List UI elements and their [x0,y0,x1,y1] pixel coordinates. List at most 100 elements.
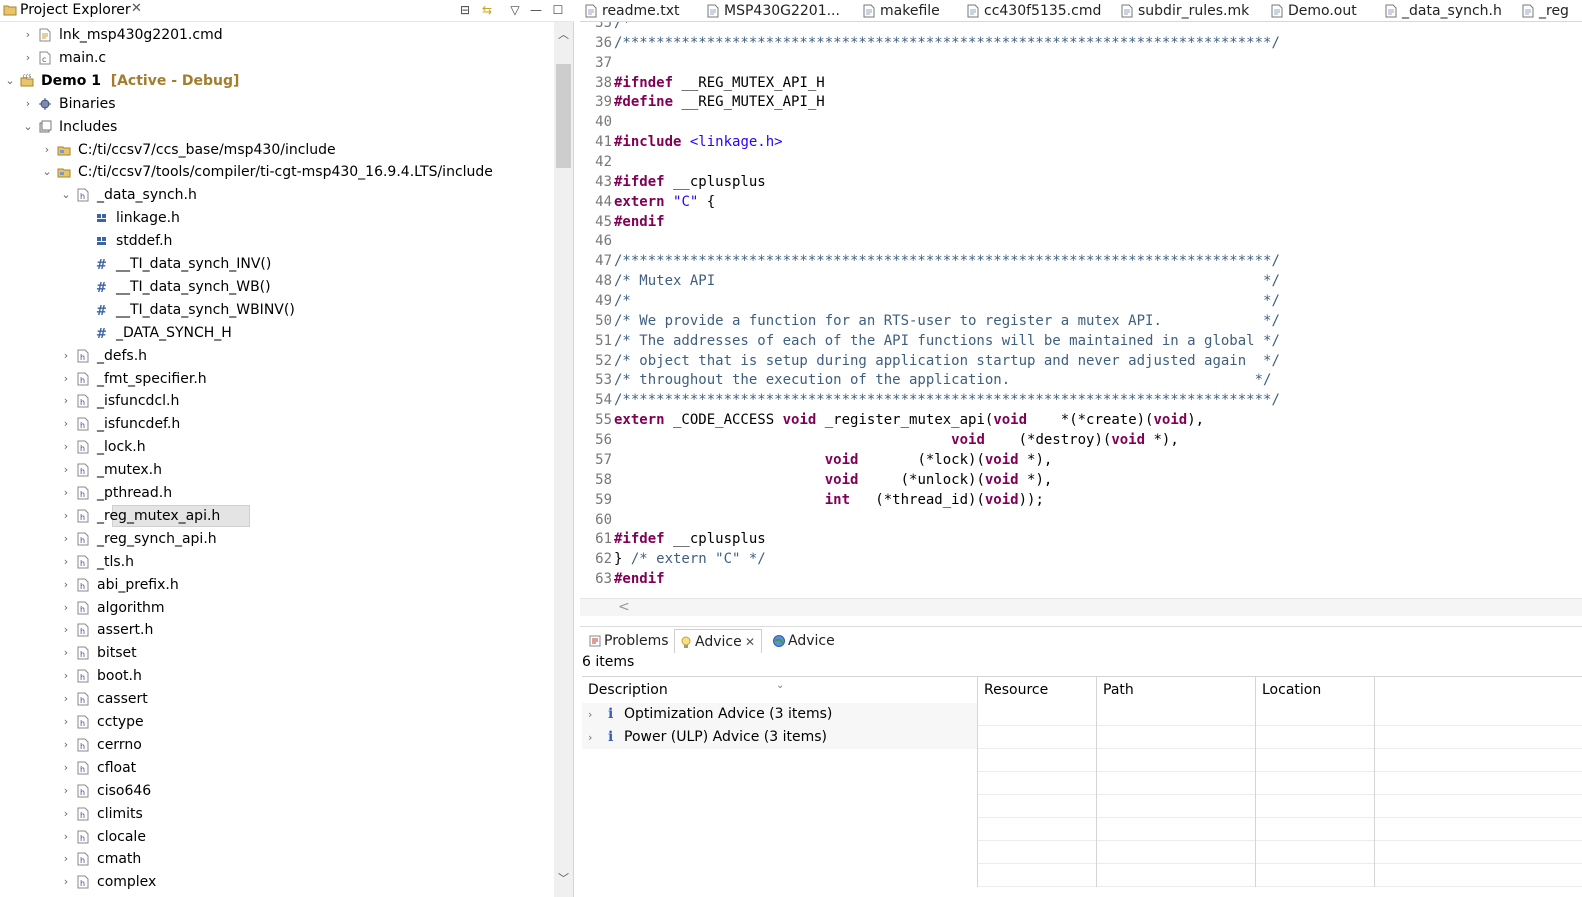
chevron-down-icon[interactable]: ⌄ [60,184,72,206]
chevron-right-icon[interactable]: › [60,528,72,550]
code-line[interactable]: /* throughout the execution of the appli… [614,372,1271,388]
tree-item[interactable]: › C:/ti/ccsv7/ccs_base/msp430/include [0,139,552,161]
tree-item[interactable]: › h _fmt_specifier.h [0,368,552,390]
code-line[interactable]: /* The addresses of each of the API func… [614,333,1280,349]
chevron-right-icon[interactable]: › [60,368,72,390]
chevron-right-icon[interactable]: › [60,688,72,710]
chevron-right-icon[interactable]: › [60,848,72,870]
code-line[interactable]: /* */ [614,293,1280,309]
chevron-right-icon[interactable]: › [60,413,72,435]
code-line[interactable]: void (*lock)(void *), [614,452,1053,468]
chevron-right-icon[interactable]: › [588,726,592,749]
chevron-right-icon[interactable]: › [60,826,72,848]
code-line[interactable]: #endif [614,214,665,230]
table-row[interactable]: › i Power (ULP) Advice (3 items) [582,726,1582,749]
tree-item[interactable]: › c main.c [0,47,552,69]
tree-item[interactable]: › h _isfuncdef.h [0,413,552,435]
tree-item[interactable]: › h _defs.h [0,345,552,367]
code-line[interactable]: void (*unlock)(void *), [614,472,1053,488]
chevron-right-icon[interactable]: › [22,93,34,115]
chevron-right-icon[interactable]: › [60,711,72,733]
chevron-right-icon[interactable]: › [60,780,72,802]
chevron-right-icon[interactable]: › [60,551,72,573]
code-line[interactable]: #endif [614,571,665,587]
chevron-right-icon[interactable]: › [60,619,72,641]
tree-item[interactable]: stddef.h [0,230,552,252]
tree-item[interactable]: ⌄ CCS Demo 1 [Active - Debug] [0,70,552,92]
chevron-right-icon[interactable]: › [60,482,72,504]
tree-item[interactable]: # __TI_data_synch_WB() [0,276,552,298]
chevron-right-icon[interactable]: › [60,459,72,481]
code-line[interactable]: int (*thread_id)(void)); [614,492,1044,508]
chevron-right-icon[interactable]: › [60,436,72,458]
code-line[interactable]: /* object that is setup during applicati… [614,353,1280,369]
tree-item[interactable]: # __TI_data_synch_WBINV() [0,299,552,321]
scroll-left-arrow-icon[interactable]: < [618,599,630,615]
chevron-right-icon[interactable]: › [60,665,72,687]
tree-item[interactable]: › h cctype [0,711,552,733]
code-line[interactable]: /* Mutex API */ [614,273,1280,289]
tree-item[interactable]: › h clocale [0,826,552,848]
chevron-right-icon[interactable]: › [60,345,72,367]
scroll-down-arrow-icon[interactable]: ﹀ [554,870,573,886]
chevron-right-icon[interactable]: › [60,757,72,779]
chevron-right-icon[interactable]: › [60,734,72,756]
chevron-right-icon[interactable]: › [41,139,53,161]
close-icon[interactable]: ✕ [745,630,755,654]
code-line[interactable]: /* [614,22,631,31]
chevron-right-icon[interactable]: › [22,24,34,46]
view-menu-icon[interactable]: ▽ [506,1,524,19]
tree-item[interactable]: › h abi_prefix.h [0,574,552,596]
column-header-location[interactable]: Location [1256,677,1375,703]
maximize-icon[interactable]: ☐ [549,1,567,19]
tree-item[interactable]: linkage.h [0,207,552,229]
scrollbar-thumb[interactable] [556,64,571,168]
chevron-right-icon[interactable]: › [60,574,72,596]
tree-item[interactable]: › h ciso646 [0,780,552,802]
horizontal-scrollbar[interactable]: < [580,598,1582,616]
chevron-right-icon[interactable]: › [588,703,592,726]
chevron-right-icon[interactable]: › [60,642,72,664]
tree-item[interactable]: › h _pthread.h [0,482,552,504]
tree-item[interactable]: ⌄ h _data_synch.h [0,184,552,206]
tree-item[interactable]: › h _lock.h [0,436,552,458]
tree-item[interactable]: › h _reg_synch_api.h [0,528,552,550]
tree-item[interactable]: › h climits [0,803,552,825]
tree-item[interactable]: › h algorithm [0,597,552,619]
vertical-scrollbar[interactable]: ︿ ﹀ [554,22,573,897]
tree-item[interactable]: › h cerrno [0,734,552,756]
code-line[interactable]: extern _CODE_ACCESS void _register_mutex… [614,412,1204,428]
column-header-resource[interactable]: Resource [978,677,1097,703]
tree-item[interactable]: › h _reg_mutex_api.h [0,504,552,527]
table-row[interactable]: › i Optimization Advice (3 items) [582,703,1582,726]
chevron-right-icon[interactable]: › [60,597,72,619]
tree-item[interactable]: › h _tls.h [0,551,552,573]
link-with-editor-icon[interactable]: ⇆ [478,1,496,19]
code-line[interactable]: /***************************************… [614,35,1280,51]
tree-item[interactable]: › h cfloat [0,757,552,779]
collapse-all-icon[interactable]: ⊟ [456,1,474,19]
tree-item[interactable]: # __TI_data_synch_INV() [0,253,552,275]
close-icon[interactable]: ✕ [131,1,142,16]
tree-item[interactable]: › lnk_msp430g2201.cmd [0,24,552,46]
code-line[interactable]: #define __REG_MUTEX_API_H [614,94,825,110]
chevron-down-icon[interactable]: ⌄ [22,116,34,138]
tree-item[interactable]: › h cmath [0,848,552,870]
tree-item[interactable]: › h boot.h [0,665,552,687]
column-header-path[interactable]: Path [1097,677,1256,703]
chevron-right-icon[interactable]: › [60,803,72,825]
tree-item[interactable]: › h assert.h [0,619,552,641]
code-line[interactable]: #ifdef __cplusplus [614,174,766,190]
code-line[interactable]: /***************************************… [614,253,1280,269]
tree-item[interactable]: › h cassert [0,688,552,710]
code-line[interactable]: #ifdef __cplusplus [614,531,766,547]
chevron-right-icon[interactable]: › [60,505,72,527]
code-line[interactable]: } /* extern "C" */ [614,551,766,567]
column-header-description[interactable]: Description ⌄ [582,677,978,703]
chevron-right-icon[interactable]: › [60,390,72,412]
tree-item[interactable]: # _DATA_SYNCH_H [0,322,552,344]
tree-item[interactable]: › h _isfuncdcl.h [0,390,552,412]
tree-item[interactable]: ⌄ Includes [0,116,552,138]
chevron-right-icon[interactable]: › [60,871,72,893]
code-line[interactable]: extern "C" { [614,194,715,210]
